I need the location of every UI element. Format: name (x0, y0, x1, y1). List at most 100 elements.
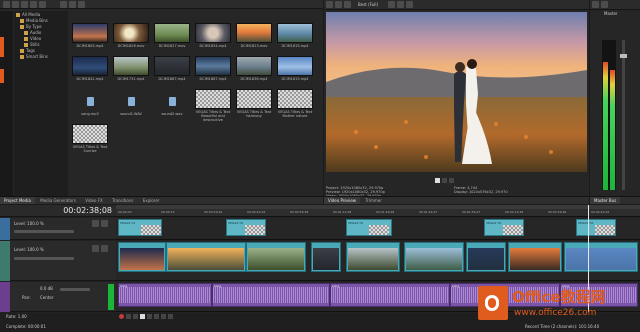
split-icon[interactable] (344, 1, 351, 8)
media-item[interactable]: DCIM1841.mp4 (72, 56, 108, 81)
thumbnail (195, 89, 231, 109)
media-item[interactable]: DCIM1834.mp4 (195, 23, 231, 48)
media-item[interactable]: DCIM1823.mov (236, 23, 272, 48)
fx-icon[interactable] (601, 1, 608, 8)
video-clip[interactable] (246, 242, 306, 272)
tab-master-bus[interactable]: Master Bus (590, 197, 621, 204)
media-item[interactable]: DCIM1815.mp4 (277, 23, 313, 48)
level-slider[interactable] (14, 257, 74, 260)
play-icon[interactable] (435, 178, 440, 183)
title-clip[interactable]: VEGAS Tit (118, 219, 162, 236)
media-item[interactable]: VEGAS Titles & Text Beautiful and destru… (195, 89, 231, 122)
tree-item[interactable]: Smart Bins (16, 54, 66, 60)
audio-clip[interactable]: song (330, 283, 450, 307)
properties-icon[interactable] (30, 1, 37, 8)
level-slider[interactable] (14, 230, 74, 233)
audio-pan[interactable]: Center (40, 295, 53, 300)
fx-icon[interactable] (335, 1, 342, 8)
video-clip[interactable] (346, 242, 400, 272)
mixer-icon[interactable] (592, 1, 599, 8)
title-clip[interactable]: VEGAS Tit (484, 219, 524, 236)
track-header-video-2[interactable]: Level: 100.0 % (0, 241, 116, 281)
media-item[interactable]: DCIM1826.mov (113, 23, 149, 48)
volume-slider[interactable] (60, 288, 90, 291)
media-item[interactable]: sound2.wav (154, 91, 190, 116)
audio-clip[interactable]: song (212, 283, 330, 307)
import-icon[interactable] (3, 1, 10, 8)
properties-icon[interactable] (326, 1, 333, 8)
next-frame-icon[interactable] (168, 314, 173, 319)
audio-meter (108, 284, 114, 310)
title-clip[interactable]: VEGAS Tit (346, 219, 392, 236)
media-item[interactable]: DCIM1836.mp4 (236, 56, 272, 81)
title-clip[interactable]: VEGAS Tit (226, 219, 266, 236)
stop-icon[interactable] (449, 178, 454, 183)
overlays-icon[interactable] (388, 1, 395, 8)
video-clip[interactable] (118, 242, 166, 272)
tab-explorer[interactable]: Explorer (139, 197, 164, 204)
media-item[interactable]: VEGAS Titles & Text Sunrise (72, 124, 108, 153)
play-icon[interactable] (140, 314, 145, 319)
solo-icon[interactable] (101, 245, 108, 252)
media-item[interactable]: DCIM1731.mp4 (113, 56, 149, 81)
media-item[interactable]: VEGAS Titles & Text harmony (236, 89, 272, 118)
pause-icon[interactable] (442, 178, 447, 183)
tab-project-media[interactable]: Project Media (0, 197, 35, 204)
media-item[interactable]: DCIM1805.mp4 (72, 23, 108, 48)
track-level[interactable]: Level: 100.0 % (14, 247, 44, 252)
track-lane-video-2[interactable] (116, 241, 640, 281)
media-item[interactable]: DCIM1827.mov (154, 23, 190, 48)
media-label: DCIM1827.mov (158, 44, 186, 48)
tab-video-preview[interactable]: Video Preview (324, 197, 361, 204)
tab-trimmer[interactable]: Trimmer (361, 197, 386, 204)
track-level[interactable]: Level: 100.0 % (14, 221, 44, 226)
capture-icon[interactable] (12, 1, 19, 8)
video-clip[interactable] (466, 242, 506, 272)
title-clip[interactable]: VEGAS Tit (576, 219, 616, 236)
media-item[interactable]: VEGAS Titles & Text Mother nature (277, 89, 313, 118)
snapshot-icon[interactable] (397, 1, 404, 8)
audio-volume[interactable]: 0.0 dB (40, 286, 53, 291)
preview-quality[interactable]: Best (Full) (358, 2, 378, 7)
media-grid: DCIM1805.mp4 DCIM1826.mov DCIM1827.mov D… (70, 11, 322, 199)
solo-icon[interactable] (101, 220, 108, 227)
play-from-start-icon[interactable] (133, 314, 138, 319)
delete-icon[interactable] (21, 1, 28, 8)
media-label: DCIM1867.mp4 (158, 77, 186, 81)
media-item[interactable]: DCIM1867.mp4 (195, 56, 231, 81)
stop-icon[interactable] (154, 314, 159, 319)
media-item[interactable]: DCIM1867.mp4 (154, 56, 190, 81)
media-item[interactable]: song.mp3 (72, 91, 108, 116)
copy-icon[interactable] (406, 1, 413, 8)
window-docking-tabs: Project Media Media Generators Video FX … (0, 196, 323, 204)
ruler-tick: 00:00:59;28 (290, 210, 309, 214)
loop-icon[interactable] (126, 314, 131, 319)
media-label: VEGAS Titles & Text harmony (236, 110, 272, 118)
mute-icon[interactable] (92, 220, 99, 227)
views-icon[interactable] (39, 1, 46, 8)
tab-media-generators[interactable]: Media Generators (36, 197, 80, 204)
forward-icon[interactable] (69, 1, 76, 8)
media-item[interactable]: DCIM1815.mp4 (277, 56, 313, 81)
media-item[interactable]: sound1.WAV (113, 91, 149, 116)
media-label: DCIM1815.mp4 (281, 44, 309, 48)
video-clip[interactable] (311, 242, 341, 272)
track-lane-video-1[interactable]: VEGAS Tit VEGAS Tit VEGAS Tit VEGAS Tit … (116, 218, 640, 240)
master-fader[interactable] (620, 40, 627, 190)
record-icon[interactable] (119, 314, 124, 319)
tab-transitions[interactable]: Transitions (108, 197, 137, 204)
track-header-video-1[interactable]: Level: 100.0 % (0, 218, 116, 240)
time-ruler[interactable]: 00:00:00 00:00:15 00:00:29;29 00:00:44;2… (116, 205, 640, 217)
video-clip[interactable] (166, 242, 246, 272)
tab-video-fx[interactable]: Video FX (81, 197, 107, 204)
video-clip[interactable] (404, 242, 464, 272)
back-icon[interactable] (60, 1, 67, 8)
video-clip[interactable] (564, 242, 638, 272)
audio-clip[interactable]: song (118, 283, 212, 307)
search-icon[interactable] (78, 1, 85, 8)
prev-frame-icon[interactable] (161, 314, 166, 319)
track-header-audio[interactable]: 0.0 dB Pan: Center (0, 282, 116, 312)
pause-icon[interactable] (147, 314, 152, 319)
mute-icon[interactable] (92, 245, 99, 252)
video-clip[interactable] (508, 242, 562, 272)
